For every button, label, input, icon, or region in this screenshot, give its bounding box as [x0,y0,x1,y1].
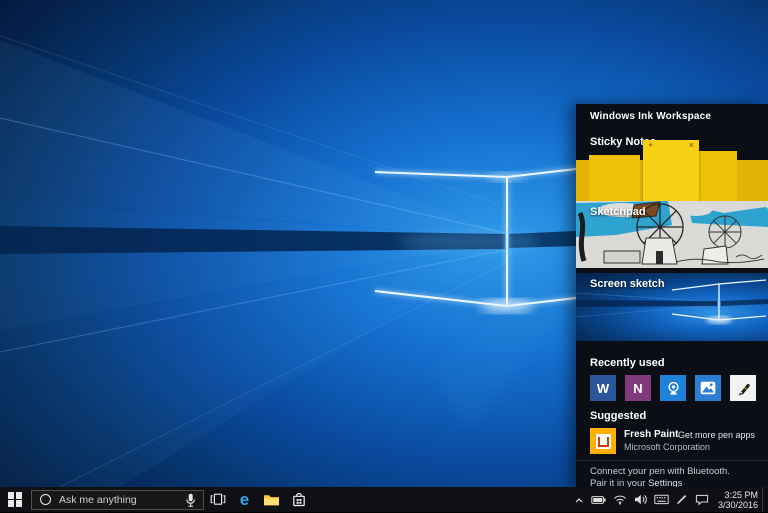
windows-ink-workspace-button[interactable] [672,487,691,512]
microphone-icon[interactable] [185,493,196,513]
taskbar: Ask me anything e [0,487,768,512]
edge-button[interactable]: e [231,487,258,512]
action-center-icon [695,494,709,506]
photo-icon [700,381,716,395]
sticky-note-front[interactable]: + × [643,140,699,201]
windows-ink-workspace-panel: Windows Ink Workspace Sticky Notes + × [576,104,768,487]
panel-title: Windows Ink Workspace [590,111,711,122]
sketchpad-label: Sketchpad [590,206,646,218]
chevron-up-icon [573,495,585,505]
pen-pairing-hint: Connect your pen with Bluetooth. Pair it… [590,466,758,489]
start-button[interactable] [0,487,30,512]
store-button[interactable] [285,487,312,512]
onenote-app-icon[interactable]: N [625,375,651,401]
sticky-close-icon[interactable]: × [689,140,694,151]
battery-icon [591,495,607,505]
sticky-add-icon[interactable]: + [648,140,653,151]
pen-app-icon[interactable] [730,375,756,401]
touch-keyboard-button[interactable] [651,487,672,512]
battery-status[interactable] [588,487,610,512]
onenote-glyph: N [633,381,642,396]
camera-app-icon[interactable] [660,375,686,401]
network-status[interactable] [610,487,630,512]
store-bag-icon [292,492,306,507]
volume-status[interactable] [630,487,650,512]
task-view-icon [210,493,226,506]
edge-icon: e [240,491,249,508]
show-desktop-button[interactable] [762,487,768,512]
webcam-icon [666,381,681,396]
system-tray: 3:25 PM 3/30/2016 [569,487,768,512]
clock-time: 3:25 PM [718,490,758,500]
suggested-row: Fresh Paint Microsoft Corporation Get mo… [576,428,768,456]
photos-app-icon[interactable] [695,375,721,401]
clock-date: 3/30/2016 [718,500,758,510]
pen-icon [675,493,688,506]
speaker-icon [634,494,648,505]
folder-icon [263,493,280,506]
get-more-pen-apps-link[interactable]: Get more pen apps [678,430,755,440]
action-center-button[interactable] [692,487,712,512]
suggested-app-name[interactable]: Fresh Paint [624,429,678,440]
tray-overflow-button[interactable] [569,487,587,512]
suggested-app-publisher: Microsoft Corporation [624,442,710,452]
sketchpad-preview[interactable]: Sketchpad [576,201,768,268]
clock[interactable]: 3:25 PM 3/30/2016 [718,490,758,510]
recently-used-row: W N [590,375,756,401]
fresh-paint-canvas-icon [596,434,611,449]
cortana-icon [40,494,51,505]
sticky-notes-preview[interactable]: + × [576,140,768,201]
word-glyph: W [597,381,609,396]
windows-logo-icon [8,492,23,507]
fountain-pen-icon [735,380,752,397]
sticky-note-left [589,155,640,201]
search-placeholder: Ask me anything [59,494,137,506]
screen-sketch-preview[interactable]: Screen sketch [576,273,768,341]
recently-used-label: Recently used [590,357,665,369]
screen-sketch-label: Screen sketch [590,278,665,290]
pairing-hint-line1: Connect your pen with Bluetooth. [590,466,730,477]
task-view-button[interactable] [204,487,231,512]
touch-keyboard-icon [654,494,669,505]
wifi-icon [613,494,627,505]
sticky-note-right [698,151,737,201]
fresh-paint-app-icon[interactable] [590,428,616,454]
word-app-icon[interactable]: W [590,375,616,401]
file-explorer-button[interactable] [258,487,285,512]
suggested-label: Suggested [590,410,646,422]
panel-divider [576,460,768,461]
search-input[interactable]: Ask me anything [31,490,204,510]
